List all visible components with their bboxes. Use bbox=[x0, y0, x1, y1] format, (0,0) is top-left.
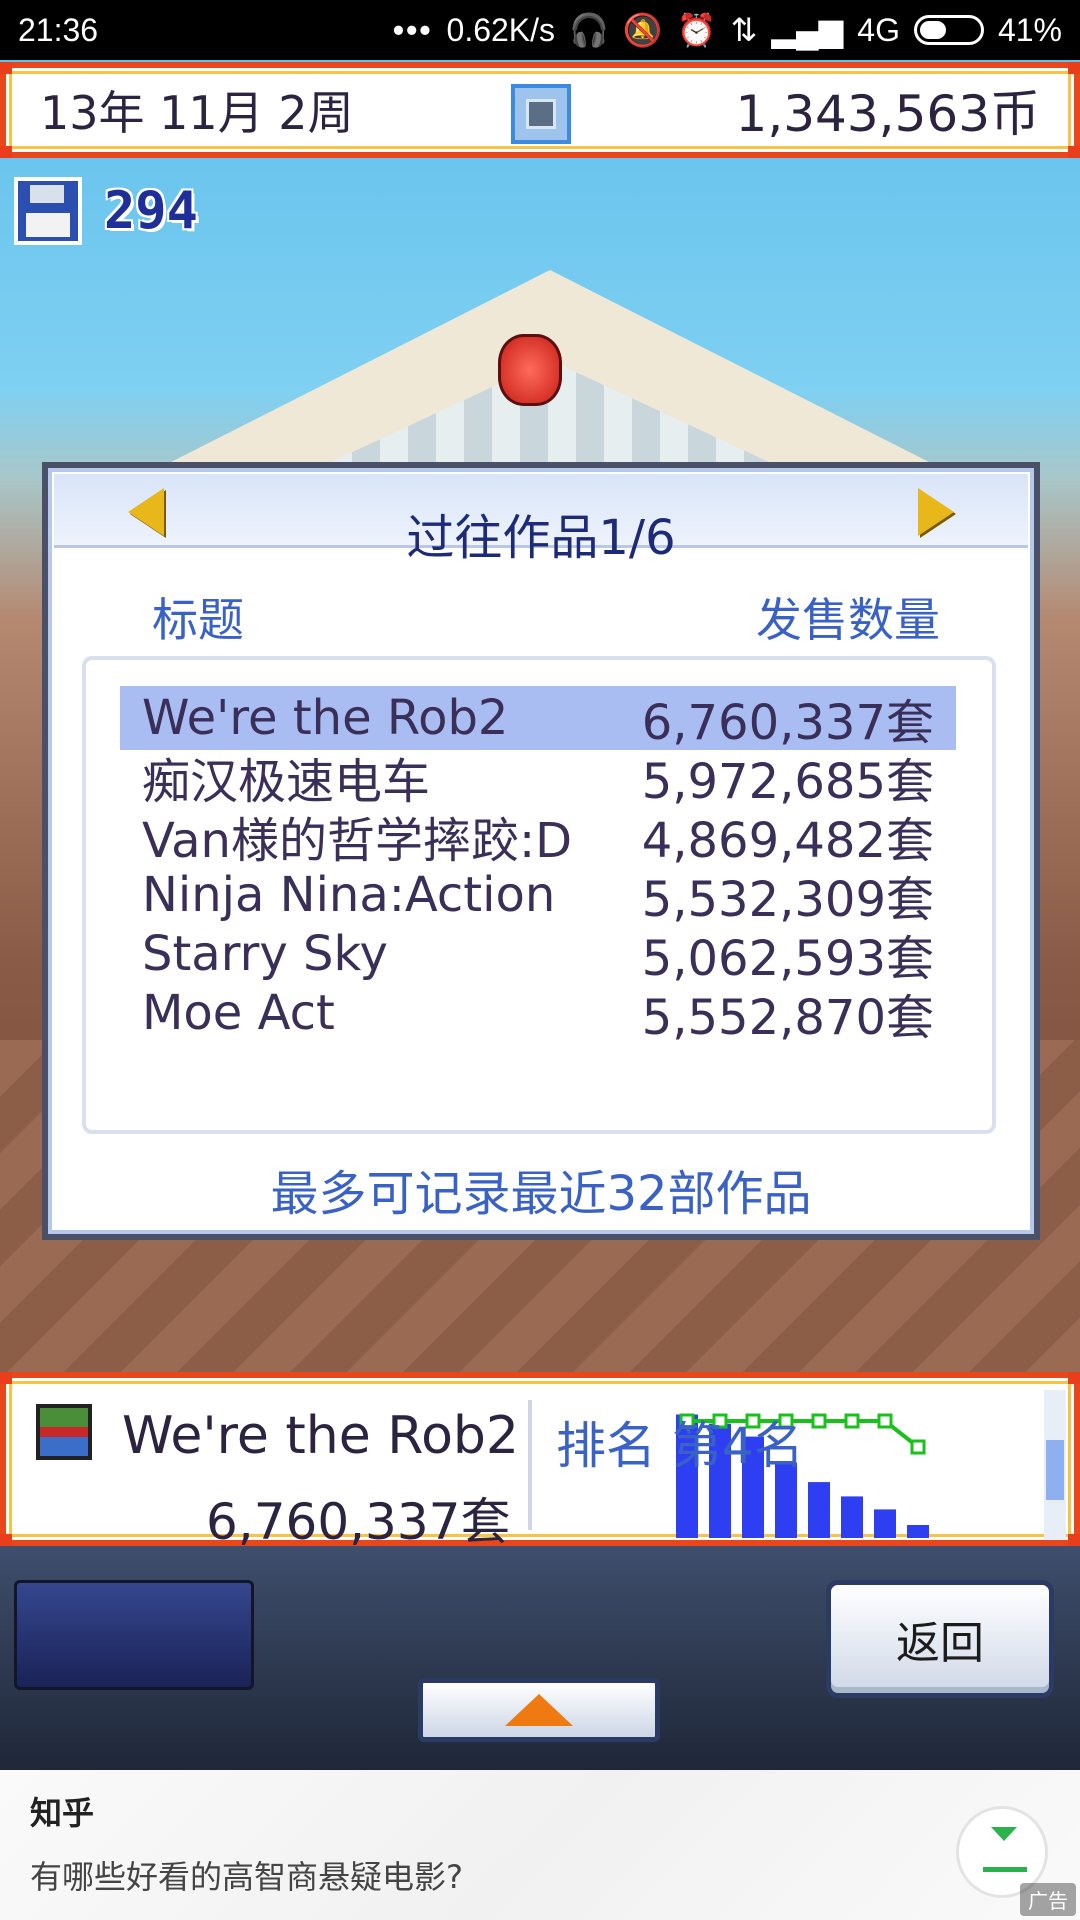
clock: 21:36 bbox=[18, 11, 99, 48]
signal-icon: ▂▄▆ bbox=[771, 12, 844, 48]
trend-point bbox=[811, 1413, 827, 1429]
frame-corner bbox=[1068, 146, 1080, 158]
game-date: 13年 11月 2周 bbox=[40, 86, 354, 140]
research-points: 294 bbox=[104, 181, 198, 241]
more-notifications-icon: ••• bbox=[392, 11, 433, 48]
battery-icon bbox=[913, 15, 984, 45]
chevron-up-icon bbox=[505, 1694, 573, 1726]
list-item[interactable]: Ninja Nina:Action 5,532,309套 bbox=[120, 863, 956, 928]
ad-label: 广告 bbox=[1020, 1883, 1076, 1916]
battery-percent: 41% bbox=[997, 11, 1062, 48]
sales-bar bbox=[907, 1525, 929, 1538]
sales-bar bbox=[808, 1482, 830, 1538]
back-button[interactable]: 返回 bbox=[826, 1580, 1054, 1698]
column-header-sales: 发售数量 bbox=[756, 593, 940, 647]
save-points[interactable]: 294 bbox=[14, 176, 198, 246]
menu-slot[interactable] bbox=[14, 1580, 254, 1690]
frame-corner bbox=[0, 62, 12, 74]
ad-brand: 知乎 bbox=[30, 1794, 95, 1832]
headset-icon: 🎧 bbox=[569, 12, 609, 48]
scrollbar-thumb[interactable] bbox=[1046, 1440, 1064, 1500]
dialog-header: 过往作品1/6 bbox=[54, 474, 1028, 566]
network-speed: 0.62K/s bbox=[446, 11, 556, 48]
trend-point bbox=[877, 1413, 893, 1429]
bottom-controls: 返回 bbox=[0, 1546, 1080, 1770]
floppy-disk-icon[interactable] bbox=[14, 177, 82, 245]
selected-work-sales: 6,760,337套 bbox=[206, 1493, 511, 1551]
divider bbox=[528, 1400, 532, 1530]
selected-work-panel: We're the Rob2 6,760,337套 排名 第4名 bbox=[0, 1372, 1080, 1551]
work-title: We're the Rob2 bbox=[142, 690, 509, 746]
sales-bar bbox=[874, 1509, 896, 1538]
data-transfer-icon: ⇅ bbox=[730, 12, 758, 48]
screenshot-icon[interactable] bbox=[511, 84, 571, 144]
silent-icon: 🔕 bbox=[622, 12, 663, 48]
dialog-footer-note: 最多可记录最近32部作品 bbox=[270, 1166, 812, 1222]
dialog-title: 过往作品1/6 bbox=[406, 510, 676, 566]
status-bar: 21:36 ••• 0.62K/s 🎧 🔕 ⏰ ⇅ ▂▄▆ 4G 41% bbox=[0, 0, 1080, 60]
selected-work-title: We're the Rob2 bbox=[122, 1406, 519, 1466]
list-item[interactable]: Moe Act 5,552,870套 bbox=[120, 981, 956, 1046]
column-header-title: 标题 bbox=[152, 593, 244, 647]
work-title: Starry Sky bbox=[142, 926, 388, 982]
frame-corner bbox=[1068, 62, 1080, 74]
work-title: Moe Act bbox=[142, 985, 335, 1041]
ad-text[interactable]: 有哪些好看的高智商悬疑电影? bbox=[30, 1852, 463, 1898]
list-item[interactable]: Van様的哲学摔跤:D 4,869,482套 bbox=[120, 804, 956, 869]
status-icons: ••• 0.62K/s 🎧 🔕 ⏰ ⇅ ▂▄▆ 4G 41% bbox=[393, 11, 1062, 49]
expand-up-button[interactable] bbox=[418, 1678, 660, 1742]
top-info-bar: 13年 11月 2周 1,343,563币 bbox=[0, 62, 1080, 158]
list-item[interactable]: Starry Sky 5,062,593套 bbox=[120, 922, 956, 987]
next-page-arrow-icon[interactable] bbox=[918, 488, 954, 536]
coin-balance: 1,343,563币 bbox=[735, 85, 1040, 143]
past-works-dialog: 过往作品1/6 标题 发售数量 We're the Rob2 6,760,337… bbox=[42, 462, 1040, 1240]
works-list: We're the Rob2 6,760,337套 痴汉极速电车 5,972,6… bbox=[82, 656, 996, 1134]
frame-corner bbox=[0, 1534, 12, 1546]
frame-corner bbox=[0, 1372, 12, 1384]
network-type: 4G bbox=[857, 11, 900, 48]
list-item[interactable]: 痴汉极速电车 5,972,685套 bbox=[120, 745, 956, 810]
sales-bar bbox=[841, 1496, 863, 1538]
game-thumbnail-icon bbox=[36, 1404, 92, 1460]
lantern-decoration bbox=[498, 334, 562, 406]
frame-corner bbox=[1068, 1372, 1080, 1384]
trend-point bbox=[844, 1413, 860, 1429]
work-title: Ninja Nina:Action bbox=[142, 867, 556, 923]
frame-corner bbox=[1068, 1534, 1080, 1546]
rank-label: 排名 第4名 bbox=[556, 1417, 804, 1475]
list-item[interactable]: We're the Rob2 6,760,337套 bbox=[120, 686, 956, 751]
panel-scrollbar[interactable] bbox=[1044, 1390, 1066, 1540]
ad-banner[interactable]: 知乎 有哪些好看的高智商悬疑电影? 广告 bbox=[0, 1770, 1080, 1920]
alarm-icon: ⏰ bbox=[676, 12, 717, 48]
work-sales: 5,552,870套 bbox=[641, 990, 934, 1046]
frame-corner bbox=[0, 146, 12, 158]
trend-point bbox=[910, 1439, 926, 1455]
work-title: Van様的哲学摔跤:D bbox=[142, 813, 573, 869]
